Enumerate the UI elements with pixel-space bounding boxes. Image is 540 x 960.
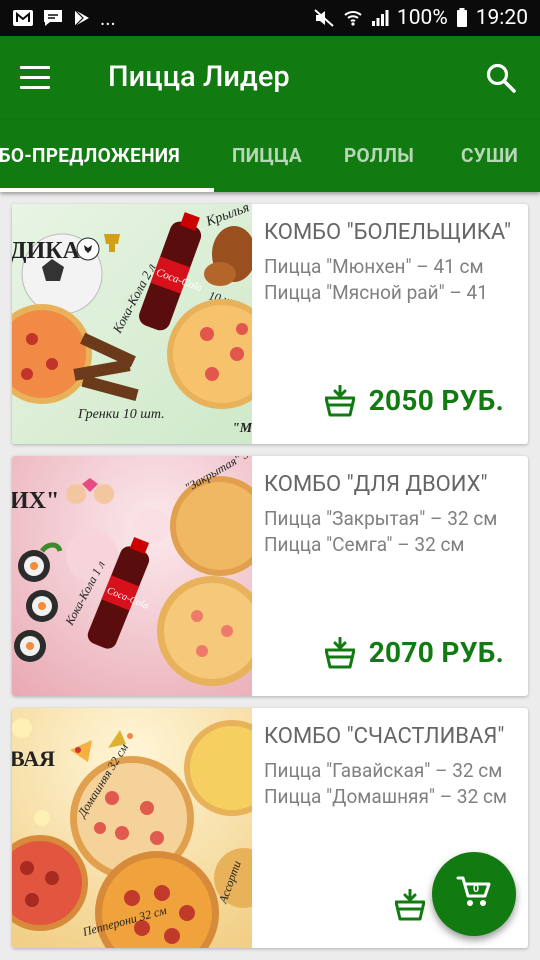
add-to-cart-icon[interactable]: [324, 384, 356, 417]
category-tabs: КОМБО-ПРЕДЛОЖЕНИЯ ПИЦЦА РОЛЛЫ СУШИ: [0, 120, 540, 192]
wifi-icon: [343, 8, 363, 28]
notification-icons: ...: [12, 6, 116, 30]
mute-icon: [313, 8, 335, 28]
m-icon: [12, 8, 34, 28]
product-card[interactable]: ИХ" Coca-Cola Кока-Кола 1 л "Закрытая" 3: [12, 456, 528, 696]
image-label: ВАЯ: [12, 746, 55, 771]
product-description: Пицца "Мюнхен" – 41 см Пицца "Мясной рай…: [264, 255, 488, 304]
product-price: 2050 РУБ.: [368, 384, 504, 417]
play-icon: [72, 8, 92, 28]
signal-icon: [371, 8, 389, 28]
tab-pizza[interactable]: ПИЦЦА: [232, 120, 302, 192]
price-row: 2050 РУБ.: [324, 384, 504, 417]
product-title: КОМБО "ДЛЯ ДВОИХ": [264, 472, 488, 497]
clock: 19:20: [475, 6, 528, 30]
tab-combo-offers[interactable]: КОМБО-ПРЕДЛОЖЕНИЯ: [0, 120, 180, 192]
svg-text:0: 0: [473, 883, 479, 895]
app-bar: Пицца Лидер: [0, 36, 540, 120]
active-tab-indicator: [0, 188, 214, 192]
product-title: КОМБО "БОЛЕЛЬЩИКА": [264, 220, 512, 245]
hamburger-menu-icon[interactable]: [20, 66, 50, 90]
image-label: "М: [232, 421, 252, 436]
status-bar: ... 100% 19:20: [0, 0, 540, 36]
product-list: ДИКА" Coca-Cola Кока-Кола 2 л Крылья 10 …: [12, 204, 528, 960]
image-label: ИХ": [12, 488, 59, 514]
product-description: Пицца "Гавайская" – 32 см Пицца "Домашня…: [264, 759, 508, 808]
tab-rolls[interactable]: РОЛЛЫ: [344, 120, 414, 192]
product-image: ДИКА" Coca-Cola Кока-Кола 2 л Крылья 10 …: [12, 204, 252, 444]
product-card[interactable]: ДИКА" Coca-Cola Кока-Кола 2 л Крылья 10 …: [12, 204, 528, 444]
shopping-cart-icon: 0: [456, 875, 492, 913]
product-image: ИХ" Coca-Cola Кока-Кола 1 л "Закрытая" 3: [12, 456, 252, 696]
product-title: КОМБО "СЧАСТЛИВАЯ": [264, 724, 505, 749]
product-description: Пицца "Закрытая" – 32 см Пицца "Семга" –…: [264, 507, 498, 556]
product-image: ВАЯ Домашняя 32 см Пепперони 32 см Ассор…: [12, 708, 252, 948]
more-notifications-label: ...: [100, 6, 116, 30]
system-icons: 100% 19:20: [313, 6, 528, 30]
add-to-cart-icon[interactable]: [394, 888, 426, 921]
tab-sushi[interactable]: СУШИ: [461, 120, 518, 192]
message-icon: [42, 8, 64, 28]
add-to-cart-icon[interactable]: [324, 636, 356, 669]
cart-fab-button[interactable]: 0: [432, 852, 516, 936]
price-row: 2070 РУБ.: [324, 636, 504, 669]
search-icon[interactable]: [484, 61, 518, 95]
battery-icon: [456, 8, 468, 28]
image-label: Гренки 10 шт.: [77, 407, 165, 422]
battery-percent: 100%: [396, 6, 448, 30]
app-title: Пицца Лидер: [108, 60, 290, 94]
product-price: 2070 РУБ.: [368, 636, 504, 669]
